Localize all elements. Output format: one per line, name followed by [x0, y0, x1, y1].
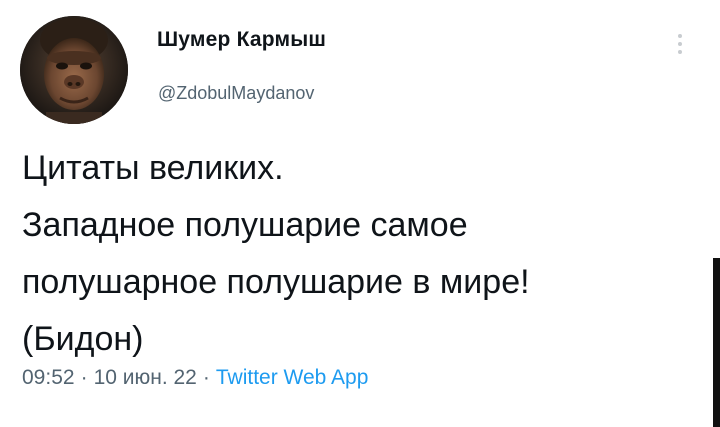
tweet-text-line: Цитаты великих.	[22, 149, 284, 187]
author-name[interactable]: Шумер Кармыш	[157, 28, 326, 52]
author-handle[interactable]: @ZdobulMaydanov	[158, 83, 314, 104]
vertical-dots-icon	[670, 34, 690, 54]
tweet-source-link[interactable]: Twitter Web App	[216, 366, 369, 389]
tweet-card: Шумер Кармыш @ZdobulMaydanov Цитаты вели…	[0, 0, 720, 427]
tweet-meta: 09:52 · 10 июн. 22 · Twitter Web App	[22, 366, 368, 390]
tweet-date[interactable]: 10 июн. 22	[94, 366, 197, 389]
tweet-text-line: Западное полушарие самое	[22, 206, 468, 244]
caveman-portrait-avatar-icon	[20, 16, 128, 124]
more-options-button[interactable]	[670, 30, 690, 64]
meta-separator: ·	[80, 366, 88, 389]
meta-separator: ·	[202, 366, 210, 389]
tweet-text-line: полушарное полушарие в мире!	[22, 263, 530, 301]
tweet-text-line: (Бидон)	[22, 320, 144, 358]
tweet-text: Цитаты великих. Западное полушарие самое…	[22, 140, 702, 368]
avatar[interactable]	[20, 16, 128, 124]
tweet-time[interactable]: 09:52	[22, 366, 75, 389]
screen-edge-bar	[713, 258, 720, 427]
